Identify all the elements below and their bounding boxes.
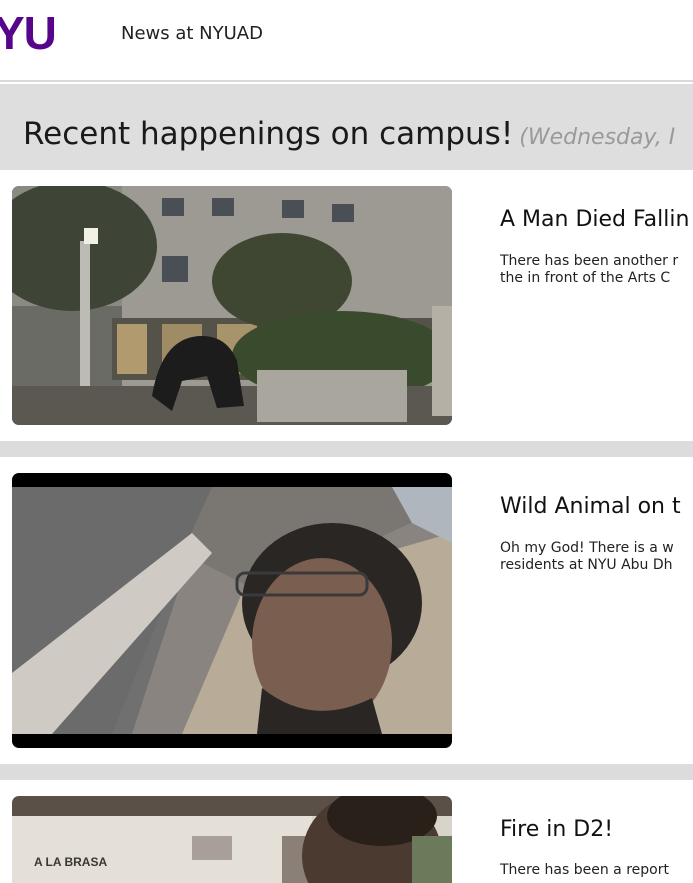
article-excerpt: Oh my God! There is a w residents at NYU… <box>500 540 693 574</box>
article-card[interactable]: A LA BRASA Fire in D2! There has been a … <box>0 780 693 883</box>
article-title[interactable]: A Man Died Fallin <box>500 206 689 234</box>
thumbnail-image <box>12 186 452 425</box>
excerpt-line: Oh my God! There is a w <box>500 540 674 556</box>
article-title[interactable]: Wild Animal on t <box>500 493 681 521</box>
article-thumbnail[interactable] <box>12 186 452 425</box>
article-excerpt: There has been another r the in front of… <box>500 253 693 287</box>
heading-date: (Wednesday, I <box>519 125 676 150</box>
excerpt-line: the in front of the Arts C <box>500 270 671 286</box>
card-divider <box>0 441 693 457</box>
thumbnail-image <box>12 473 452 748</box>
excerpt-line: There has been another r <box>500 253 679 269</box>
article-title[interactable]: Fire in D2! <box>500 816 613 844</box>
article-thumbnail[interactable]: A LA BRASA <box>12 796 452 883</box>
nyu-logo[interactable]: YU <box>0 4 57 62</box>
site-header: YU News at NYUAD <box>0 0 693 82</box>
article-card[interactable]: A Man Died Fallin There has been another… <box>0 170 693 441</box>
article-card[interactable]: Wild Animal on t Oh my God! There is a w… <box>0 457 693 764</box>
page-heading-text: Recent happenings on campus! <box>23 116 514 152</box>
card-divider <box>0 764 693 780</box>
article-thumbnail[interactable] <box>12 473 452 748</box>
excerpt-line: residents at NYU Abu Dh <box>500 557 673 573</box>
svg-text:A LA BRASA: A LA BRASA <box>34 855 107 869</box>
site-title[interactable]: News at NYUAD <box>121 23 263 45</box>
page-heading: Recent happenings on campus! (Wednesday, … <box>23 114 675 158</box>
excerpt-line: There has been a report <box>500 862 669 878</box>
thumbnail-image: A LA BRASA <box>12 796 452 883</box>
page-banner: Recent happenings on campus! (Wednesday, … <box>0 84 693 170</box>
article-excerpt: There has been a report <box>500 862 693 879</box>
